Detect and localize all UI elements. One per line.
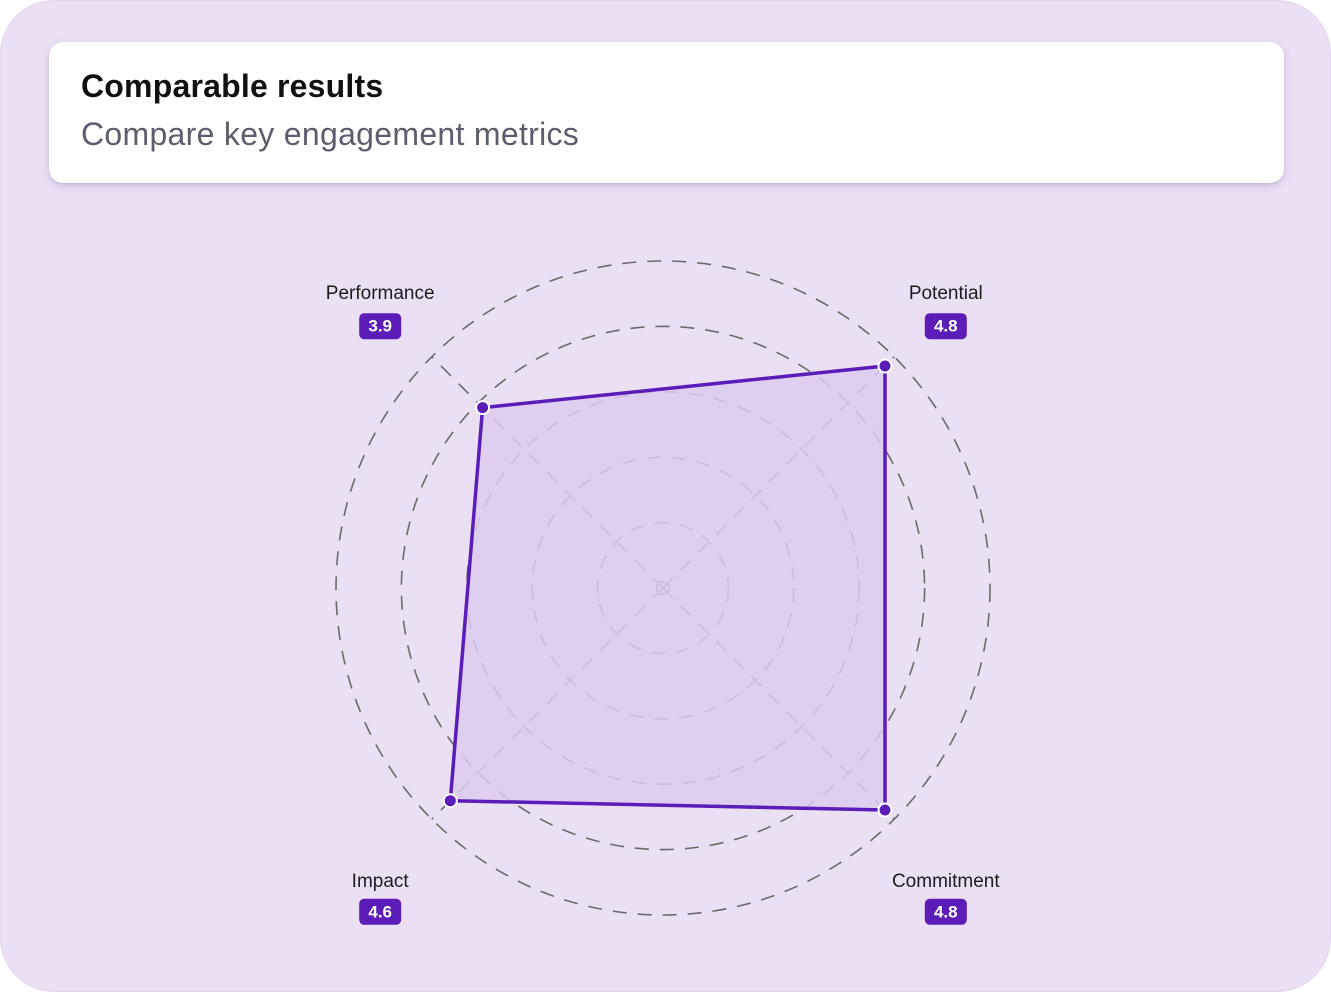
axis-label-potential: Potential: [909, 283, 983, 304]
axis-label-commitment: Commitment: [892, 871, 1000, 892]
value-badge-text-performance: 3.9: [368, 317, 392, 336]
radar-area-group: [442, 358, 893, 818]
axis-label-impact: Impact: [352, 871, 410, 892]
chart-panel: Comparable results Compare key engagemen…: [0, 0, 1331, 992]
radar-point-commitment[interactable]: [877, 802, 893, 818]
value-badge-text-commitment: 4.8: [934, 902, 958, 921]
radar-area: [448, 364, 887, 812]
radar-chart: Performance 3.9 Potential 4.8 Commitment 4.8 I…: [326, 260, 1000, 925]
radar-point-potential[interactable]: [877, 358, 893, 374]
value-badge-text-impact: 4.6: [368, 902, 392, 921]
value-badge-text-potential: 4.8: [934, 317, 958, 336]
radar-point-performance[interactable]: [475, 400, 491, 416]
radar-point-impact[interactable]: [442, 793, 458, 809]
axis-label-performance: Performance: [326, 283, 435, 304]
